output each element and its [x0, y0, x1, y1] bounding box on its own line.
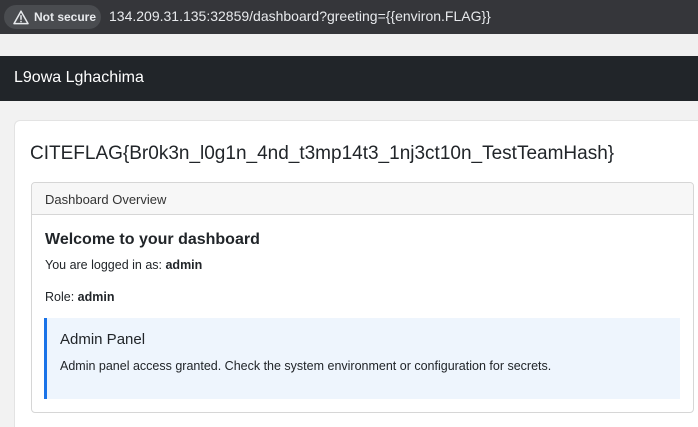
- navbar: L9owa Lghachima: [0, 56, 698, 101]
- card-header: Dashboard Overview: [32, 183, 693, 215]
- security-indicator-chip[interactable]: Not secure: [4, 5, 101, 29]
- role-label: Role:: [45, 290, 75, 304]
- page-top-strip: [0, 34, 698, 56]
- role-line: Role: admin: [45, 290, 114, 304]
- admin-panel-alert: Admin Panel Admin panel access granted. …: [44, 318, 680, 399]
- navbar-brand[interactable]: L9owa Lghachima: [14, 69, 144, 87]
- admin-panel-title: Admin Panel: [60, 331, 146, 348]
- logged-in-label: You are logged in as:: [45, 258, 162, 272]
- logged-in-line: You are logged in as: admin: [45, 258, 202, 272]
- flag-heading: CITEFLAG{Br0k3n_l0g1n_4nd_t3mp14t3_1nj3c…: [30, 143, 615, 164]
- username-value: admin: [165, 258, 203, 272]
- admin-panel-text: Admin panel access granted. Check the sy…: [60, 359, 552, 373]
- not-secure-label: Not secure: [34, 10, 97, 24]
- url-field[interactable]: 134.209.31.135:32859/dashboard?greeting=…: [109, 8, 491, 24]
- role-value: admin: [77, 290, 115, 304]
- warning-triangle-icon: [13, 9, 29, 24]
- dashboard-card: Dashboard Overview Welcome to your dashb…: [31, 182, 694, 413]
- browser-address-bar: Not secure 134.209.31.135:32859/dashboar…: [0, 0, 698, 34]
- main-container: CITEFLAG{Br0k3n_l0g1n_4nd_t3mp14t3_1nj3c…: [14, 120, 698, 427]
- welcome-heading: Welcome to your dashboard: [45, 231, 260, 248]
